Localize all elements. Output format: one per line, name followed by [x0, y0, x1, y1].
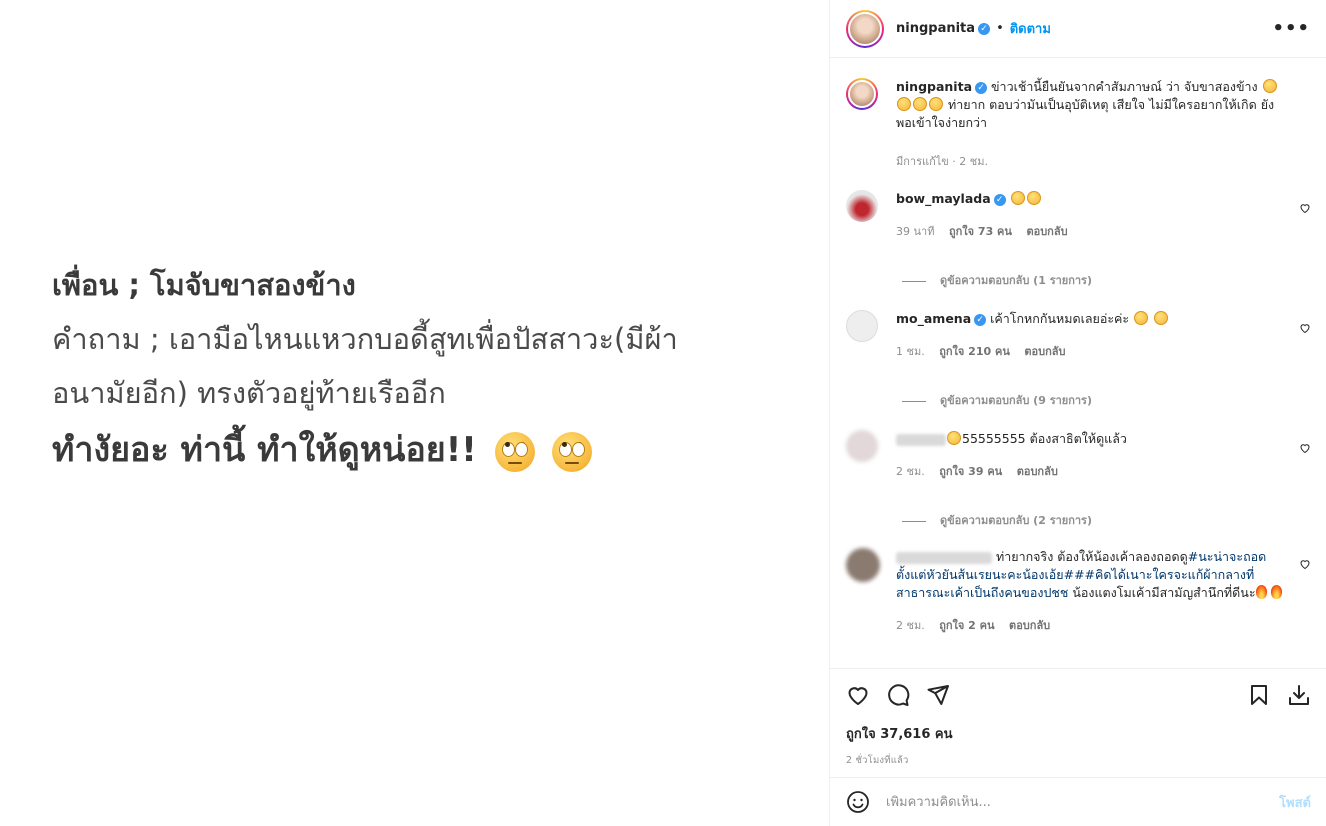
- rolling-eyes-emoji-icon: [897, 97, 911, 111]
- view-replies-button[interactable]: ดูข้อความตอบกลับ (1 รายการ): [902, 271, 1092, 289]
- crying-face-emoji-icon: [1154, 311, 1169, 325]
- rolling-eyes-emoji-icon: [929, 97, 943, 111]
- rolling-eyes-emoji-icon: [552, 431, 593, 472]
- image-text: เพื่อน ; โมจับขาสองข้าง คำถาม ; เอามือไห…: [52, 258, 812, 480]
- blurred-username: [896, 551, 992, 564]
- fire-emoji-icon: [1255, 585, 1267, 599]
- caption-text-a: ข่าวเช้านี้ยืนยันจากคำสัมภาษณ์ ว่า จับขา…: [991, 79, 1258, 94]
- view-replies-button[interactable]: ดูข้อความตอบกลับ (9 รายการ): [902, 391, 1092, 409]
- comment-time: 39 นาที: [896, 225, 935, 238]
- comments-list[interactable]: ningpanita ✓ ข่าวเช้านี้ยืนยันจากคำสัมภาษ…: [830, 59, 1326, 668]
- emoji-picker-icon[interactable]: [846, 790, 870, 814]
- avatar[interactable]: [846, 190, 878, 222]
- comment-text-b: น้องแตงโมเค้ามีสามัญสำนึกที่ดีนะ: [1068, 585, 1256, 600]
- caption-body: ningpanita ✓ ข่าวเช้านี้ยืนยันจากคำสัมภาษ…: [896, 78, 1311, 132]
- caption-username[interactable]: ningpanita: [896, 79, 972, 94]
- like-comment-heart-icon[interactable]: [1299, 442, 1311, 454]
- comment-username[interactable]: mo_amena: [896, 311, 971, 326]
- avatar[interactable]: [846, 430, 878, 462]
- fire-emoji-icon: [1270, 585, 1282, 599]
- caption: ningpanita ✓ ข่าวเช้านี้ยืนยันจากคำสัมภาษ…: [846, 78, 1311, 170]
- laughing-face-emoji-icon: [947, 431, 961, 445]
- image-line-2: คำถาม ; เอามือไหนแหวกบอดี้สูทเพื่อปัสสาว…: [52, 322, 678, 356]
- comment-meta: 39 นาที ถูกใจ 73 คน ตอบกลับ: [896, 222, 1311, 240]
- comment-body: mo_amena ✓ เค้าโกหกกันหมดเลยอ่ะค่ะ: [896, 310, 1311, 328]
- rolling-eyes-emoji-icon: [1010, 191, 1025, 205]
- comment-time: 1 ชม.: [896, 345, 925, 358]
- like-comment-heart-icon[interactable]: [1299, 322, 1311, 334]
- verified-badge-icon: ✓: [978, 22, 991, 35]
- comment: bow_maylada ✓ 39 นาที ถูกใจ 73 คน ตอบกลับ: [846, 190, 1311, 240]
- comment: mo_amena ✓ เค้าโกหกกันหมดเลยอ่ะค่ะ 1 ชม. …: [846, 310, 1311, 360]
- action-icons-right: [1247, 683, 1311, 707]
- blurred-username: [896, 433, 946, 446]
- comment-likes[interactable]: ถูกใจ 210 คน: [939, 345, 1010, 358]
- image-line-4: ทำงัยอะ ท่านี้ ทำให้ดูหน่อย!!: [52, 420, 812, 480]
- comment-likes[interactable]: ถูกใจ 2 คน: [939, 619, 994, 632]
- separator-dot: •: [996, 21, 1004, 36]
- comment-time: 2 ชม.: [896, 619, 925, 632]
- post-sidebar: ningpanita ✓ • ติดตาม ••• ningpanita ✓ ข่…: [829, 0, 1326, 826]
- comment-likes[interactable]: ถูกใจ 73 คน: [949, 225, 1012, 238]
- caption-meta: มีการแก้ไข · 2 ชม.: [896, 155, 988, 168]
- reply-button[interactable]: ตอบกลับ: [1026, 225, 1067, 238]
- image-line-3: อนามัยอีก) ทรงตัวอยู่ท้ายเรืออีก: [52, 376, 446, 410]
- avatar[interactable]: [846, 310, 878, 342]
- download-icon[interactable]: [1287, 683, 1311, 707]
- comment-body: ท่ายากจริง ต้องให้น้องเค้าลองถอดดู#นะน่า…: [896, 548, 1311, 602]
- comment-meta: 1 ชม. ถูกใจ 210 คน ตอบกลับ: [896, 342, 1311, 360]
- caption-text-b: ท่ายาก ตอบว่ามันเป็นอุบัติเหตุ เสียใจ ไม…: [896, 97, 1275, 130]
- post-actions: ถูกใจ 37,616 คน 2 ชั่วโมงที่แล้ว: [830, 668, 1326, 768]
- comment-likes[interactable]: ถูกใจ 39 คน: [939, 465, 1002, 478]
- sad-face-emoji-icon: [1134, 311, 1149, 325]
- comment-input[interactable]: [886, 794, 1280, 810]
- comment-meta: 2 ชม. ถูกใจ 39 คน ตอบกลับ: [896, 462, 1311, 480]
- like-comment-heart-icon[interactable]: [1299, 202, 1311, 214]
- share-paper-plane-icon[interactable]: [926, 683, 950, 707]
- view-replies-button[interactable]: ดูข้อความตอบกลับ (2 รายการ): [902, 511, 1092, 529]
- comment-text: เค้าโกหกกันหมดเลยอ่ะค่ะ: [990, 311, 1130, 326]
- save-bookmark-icon[interactable]: [1247, 683, 1271, 707]
- post-header: ningpanita ✓ • ติดตาม •••: [830, 0, 1326, 58]
- likes-count[interactable]: ถูกใจ 37,616 คน: [846, 723, 1311, 744]
- comment: ท่ายากจริง ต้องให้น้องเค้าลองถอดดู#นะน่า…: [846, 548, 1311, 634]
- rolling-eyes-emoji-icon: [1262, 79, 1277, 93]
- comment-time: 2 ชม.: [896, 465, 925, 478]
- verified-badge-icon: ✓: [993, 193, 1006, 206]
- avatar[interactable]: [846, 9, 884, 48]
- more-options-icon[interactable]: •••: [1272, 18, 1310, 39]
- comment-meta: 2 ชม. ถูกใจ 2 คน ตอบกลับ: [896, 616, 1311, 634]
- header-username[interactable]: ningpanita: [896, 21, 975, 36]
- reply-button[interactable]: ตอบกลับ: [1017, 465, 1058, 478]
- rolling-eyes-emoji-icon: [494, 431, 535, 472]
- comment-body: bow_maylada ✓: [896, 190, 1311, 208]
- comment-text-a: ท่ายากจริง ต้องให้น้องเค้าลองถอดดู: [995, 549, 1188, 564]
- action-icons: [846, 669, 1311, 721]
- like-comment-heart-icon[interactable]: [1299, 558, 1311, 570]
- image-line-1: เพื่อน ; โมจับขาสองข้าง: [52, 268, 356, 302]
- post-image: เพื่อน ; โมจับขาสองข้าง คำถาม ; เอามือไห…: [0, 0, 829, 826]
- comment-body: 55555555 ต้องสาธิตให้ดูแล้ว: [896, 430, 1311, 448]
- reply-button[interactable]: ตอบกลับ: [1024, 345, 1065, 358]
- post-button[interactable]: โพสต์: [1279, 792, 1311, 813]
- comment-username[interactable]: bow_maylada: [896, 191, 991, 206]
- verified-badge-icon: ✓: [974, 313, 987, 326]
- like-heart-icon[interactable]: [846, 683, 870, 707]
- reply-button[interactable]: ตอบกลับ: [1009, 619, 1050, 632]
- comment-text: 55555555 ต้องสาธิตให้ดูแล้ว: [962, 431, 1127, 446]
- image-line-4-text: ทำงัยอะ ท่านี้ ทำให้ดูหน่อย!!: [52, 430, 477, 470]
- post-timestamp: 2 ชั่วโมงที่แล้ว: [846, 755, 909, 766]
- avatar[interactable]: [846, 548, 880, 582]
- add-comment-bar: โพสต์: [830, 777, 1326, 826]
- follow-button[interactable]: ติดตาม: [1010, 18, 1051, 39]
- caption-avatar[interactable]: [846, 78, 878, 110]
- frowning-face-emoji-icon: [1026, 191, 1041, 205]
- verified-badge-icon: ✓: [975, 81, 988, 94]
- comment: 55555555 ต้องสาธิตให้ดูแล้ว 2 ชม. ถูกใจ …: [846, 430, 1311, 480]
- rolling-eyes-emoji-icon: [913, 97, 927, 111]
- comment-bubble-icon[interactable]: [886, 683, 910, 707]
